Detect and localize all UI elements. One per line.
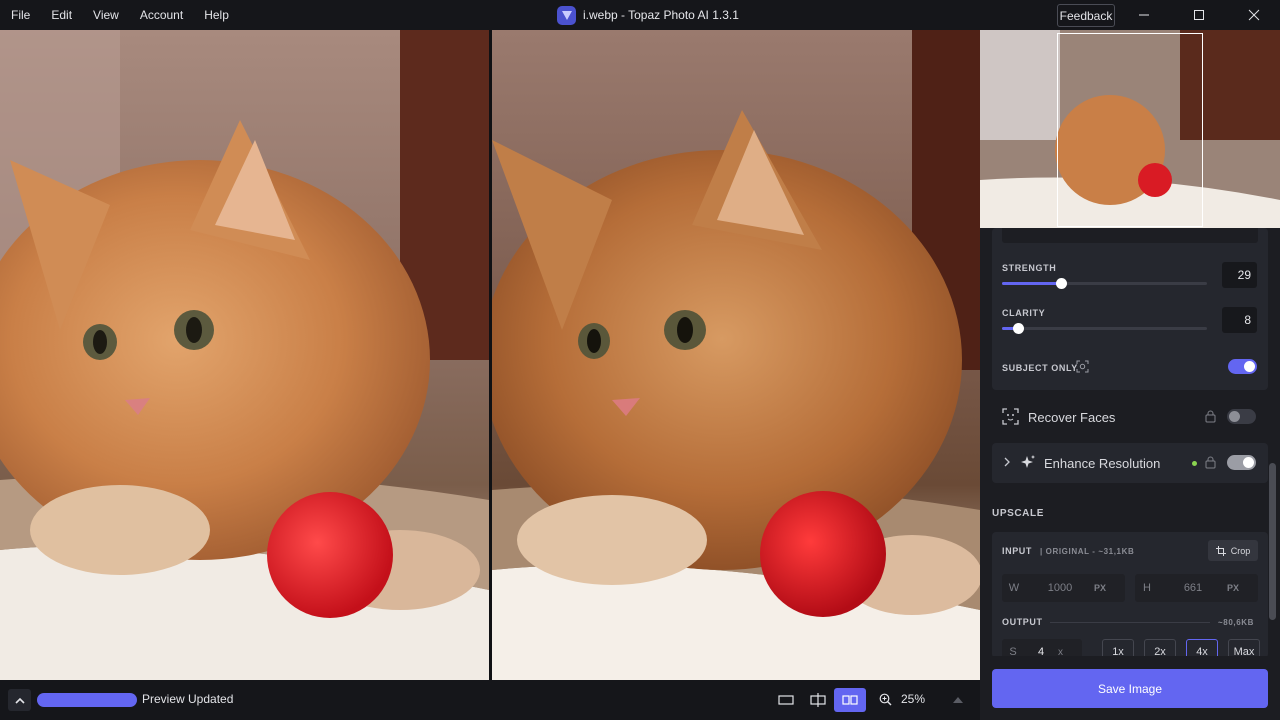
clarity-slider[interactable]: [1002, 323, 1207, 334]
zoom-level[interactable]: 25%: [901, 692, 925, 706]
output-label: OUTPUT: [1002, 617, 1043, 627]
scale-1x-button[interactable]: 1x: [1102, 639, 1134, 656]
menu-help[interactable]: Help: [204, 8, 229, 22]
crop-label: Crop: [1230, 545, 1251, 556]
maximize-button[interactable]: [1176, 0, 1222, 30]
upscale-section-title: UPSCALE: [992, 508, 1044, 519]
lock-icon: [1205, 410, 1216, 423]
title-bar: File Edit View Account Help i.webp - Top…: [0, 0, 1280, 30]
lock-icon: [1205, 456, 1216, 469]
width-value: 1000: [1047, 582, 1073, 594]
subject-focus-icon: [1076, 360, 1089, 373]
strength-slider[interactable]: [1002, 278, 1207, 289]
output-size: ~80,6KB: [1218, 618, 1254, 627]
single-view-icon: [778, 695, 794, 705]
strength-slider-fill: [1002, 282, 1061, 285]
clarity-label: CLARITY: [1002, 308, 1046, 318]
navigator-thumbnail[interactable]: [980, 30, 1280, 228]
strength-value[interactable]: 29: [1222, 262, 1257, 288]
app-window: File Edit View Account Help i.webp - Top…: [0, 0, 1280, 720]
strength-slider-handle[interactable]: [1056, 278, 1067, 289]
width-unit: PX: [1094, 583, 1107, 593]
menu-bar: File Edit View Account Help: [0, 0, 250, 30]
menu-file[interactable]: File: [11, 8, 30, 22]
window-title: i.webp - Topaz Photo AI 1.3.1: [557, 0, 739, 30]
menu-account[interactable]: Account: [140, 8, 183, 22]
single-view-button[interactable]: [770, 688, 802, 712]
original-preview[interactable]: [0, 30, 489, 680]
side-by-side-view-button[interactable]: [834, 688, 866, 712]
minimize-button[interactable]: [1121, 0, 1167, 30]
strength-label: STRENGTH: [1002, 263, 1057, 273]
scale-unit: x: [1058, 646, 1063, 657]
bottom-status-bar: Preview Updated 25%: [0, 680, 980, 720]
scale-field[interactable]: S 4 x: [1002, 639, 1082, 656]
sparkle-icon: [1021, 455, 1035, 468]
crop-icon: [1215, 545, 1226, 556]
chevron-up-icon: [14, 697, 25, 704]
close-icon: [1248, 9, 1260, 21]
model-dropdown[interactable]: [1002, 228, 1258, 243]
subject-only-toggle[interactable]: [1228, 359, 1257, 374]
recover-faces-icon: [1002, 408, 1019, 430]
clarity-value[interactable]: 8: [1222, 307, 1257, 333]
expand-button[interactable]: [8, 689, 31, 711]
enhance-resolution-toggle[interactable]: [1227, 455, 1256, 470]
scale-2x-button[interactable]: 2x: [1144, 639, 1176, 656]
input-info: | ORIGINAL - ~31,1KB: [1040, 547, 1135, 556]
feedback-button[interactable]: Feedback: [1057, 4, 1115, 27]
progress-bar: [37, 693, 137, 707]
enhance-resolution-row[interactable]: Enhance Resolution: [992, 443, 1268, 483]
maximize-icon: [1194, 10, 1204, 20]
height-value: 661: [1183, 582, 1203, 594]
scale-value: 4: [1037, 646, 1045, 656]
height-label: H: [1143, 582, 1151, 594]
navigator-viewport-box[interactable]: [1057, 33, 1203, 227]
scale-4x-button[interactable]: 4x: [1186, 639, 1218, 656]
menu-edit[interactable]: Edit: [51, 8, 72, 22]
split-view-button[interactable]: [802, 688, 834, 712]
menu-view[interactable]: View: [93, 8, 119, 22]
save-image-button[interactable]: Save Image: [992, 669, 1268, 708]
status-text: Preview Updated: [142, 692, 234, 706]
status-dot: [1192, 461, 1197, 466]
enhanced-preview[interactable]: [492, 30, 980, 680]
height-field[interactable]: H 661 PX: [1135, 574, 1258, 602]
recover-faces-toggle[interactable]: [1227, 409, 1256, 424]
kitten-photo-original: [0, 30, 489, 680]
side-by-side-icon: [842, 695, 858, 705]
window-title-text: i.webp - Topaz Photo AI 1.3.1: [583, 8, 739, 22]
width-label: W: [1008, 582, 1020, 594]
sharpen-card: STRENGTH 29 CLARITY 8 SUBJECT ONLY: [992, 228, 1268, 390]
zoom-dropdown-icon[interactable]: [953, 697, 963, 703]
height-unit: PX: [1227, 583, 1240, 593]
chevron-right-icon[interactable]: [1003, 457, 1011, 467]
crop-button[interactable]: Crop: [1208, 540, 1258, 561]
scale-max-button[interactable]: Max: [1228, 639, 1260, 656]
scale-label: S: [1009, 646, 1017, 656]
split-view-icon: [810, 693, 826, 707]
output-divider: [1050, 622, 1210, 623]
settings-panel: STRENGTH 29 CLARITY 8 SUBJECT ONLY Recov…: [980, 30, 1280, 720]
kitten-photo-enhanced: [492, 30, 980, 680]
zoom-icon[interactable]: [879, 693, 892, 706]
scale-row-clip: S 4 x 1x 2x 4x Max: [992, 628, 1268, 656]
panel-scrollbar[interactable]: [1269, 463, 1276, 620]
recover-faces-label: Recover Faces: [1028, 410, 1116, 425]
minimize-icon: [1139, 14, 1149, 16]
width-field[interactable]: W 1000 PX: [1002, 574, 1125, 602]
clarity-slider-handle[interactable]: [1013, 323, 1024, 334]
subject-only-label: SUBJECT ONLY: [1002, 363, 1078, 373]
input-label: INPUT: [1002, 546, 1032, 556]
enhance-resolution-label: Enhance Resolution: [1044, 456, 1161, 471]
close-button[interactable]: [1231, 0, 1277, 30]
topaz-logo-icon: [557, 5, 576, 25]
